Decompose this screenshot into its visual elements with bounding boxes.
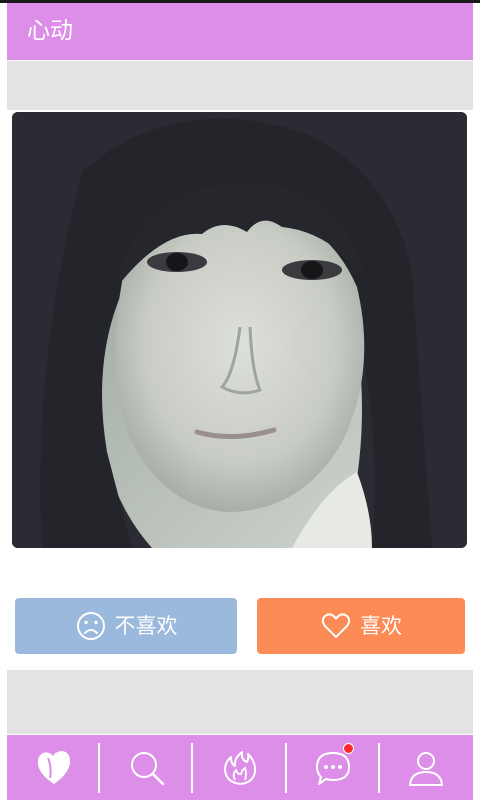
profile-photo-image [12, 112, 467, 548]
bottom-spacer [7, 670, 473, 734]
app-screen: 心动 不喜欢 喜欢 [0, 0, 480, 800]
unread-badge [342, 743, 354, 754]
dislike-label: 不喜欢 [114, 614, 178, 638]
heart-outline-icon [320, 610, 352, 642]
page-title: 心动 [27, 18, 73, 44]
person-icon [406, 748, 446, 788]
like-label: 喜欢 [360, 614, 402, 638]
tab-hot[interactable] [193, 735, 287, 800]
sad-face-icon [75, 610, 107, 642]
profile-photo[interactable] [12, 112, 467, 548]
tab-profile[interactable] [380, 735, 473, 800]
search-icon [127, 748, 167, 788]
tab-search[interactable] [100, 735, 194, 800]
title-bar: 心动 [7, 3, 473, 60]
dislike-button[interactable]: 不喜欢 [15, 598, 237, 654]
tab-messages[interactable] [287, 735, 380, 800]
top-spacer [7, 61, 473, 110]
bottom-tab-bar [7, 735, 473, 800]
like-button[interactable]: 喜欢 [257, 598, 465, 654]
flame-icon [220, 748, 260, 788]
tab-heartbeat[interactable] [7, 735, 101, 800]
heart-filled-icon [34, 748, 74, 788]
